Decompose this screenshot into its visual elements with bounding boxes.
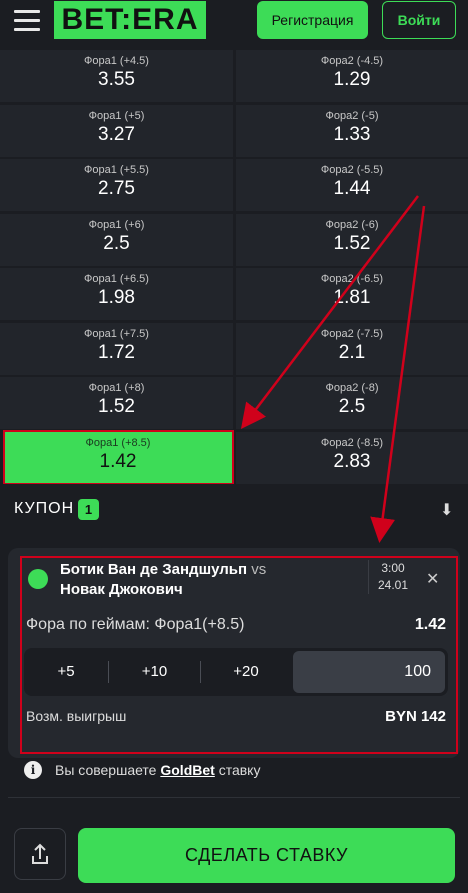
divider [8, 797, 460, 798]
goldbet-link[interactable]: GoldBet [160, 762, 214, 778]
annotation-arrow-to-cell [240, 195, 419, 429]
info-icon: i [24, 761, 42, 779]
share-icon [32, 843, 48, 864]
goldbet-info: Вы совершаете GoldBet ставку [55, 762, 260, 778]
annotation-arrow-to-coupon [370, 205, 426, 543]
place-bet-button[interactable]: СДЕЛАТЬ СТАВКУ [78, 828, 455, 883]
share-button[interactable] [14, 828, 66, 880]
info-suffix: ставку [218, 762, 261, 778]
annotation-arrows [240, 195, 426, 543]
info-prefix: Вы совершаете [55, 762, 157, 778]
